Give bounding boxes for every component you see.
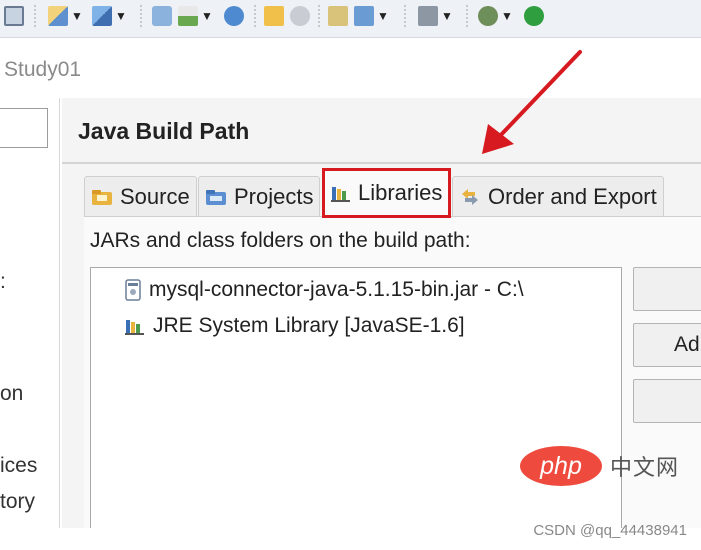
library-icon: [125, 317, 145, 335]
left-panel: : on ices tory: [0, 98, 60, 528]
search-icon[interactable]: [290, 4, 310, 28]
server-icon[interactable]: ▼: [418, 4, 453, 28]
add-variable-button[interactable]: [633, 379, 701, 423]
tab-label: Order and Export: [488, 183, 657, 209]
window-title: Study01: [4, 58, 82, 81]
build-icon[interactable]: [152, 4, 172, 28]
page-title: Java Build Path: [78, 118, 250, 144]
calendar-icon[interactable]: [4, 4, 24, 28]
list-item[interactable]: JRE System Library [JavaSE-1.6]: [125, 314, 465, 338]
list-item-label: mysql-connector-java-5.1.15-bin.jar - C:…: [149, 278, 524, 301]
tab-label: Libraries: [358, 180, 443, 205]
add-external-jars-button[interactable]: Ad: [633, 323, 701, 367]
jar-file-icon: [125, 279, 141, 301]
list-item[interactable]: mysql-connector-java-5.1.15-bin.jar - C:…: [125, 278, 524, 302]
tab-order-and-export[interactable]: Order and Export: [452, 176, 664, 216]
new-wizard-icon[interactable]: ▼: [48, 4, 83, 28]
divider: [62, 162, 701, 164]
tab-label: Source: [120, 183, 190, 209]
tab-source[interactable]: Source: [84, 176, 197, 216]
filter-input[interactable]: [0, 108, 48, 148]
php-watermark: php 中文网: [520, 446, 679, 486]
classpath-list[interactable]: mysql-connector-java-5.1.15-bin.jar - C:…: [90, 267, 622, 537]
left-item[interactable]: :: [0, 270, 6, 294]
tab-libraries[interactable]: Libraries: [322, 168, 452, 218]
run-icon[interactable]: [524, 4, 544, 28]
tab-label: Projects: [234, 183, 314, 209]
libraries-icon: [331, 184, 351, 202]
task-icon[interactable]: [328, 4, 348, 28]
jars-label: JARs and class folders on the build path…: [90, 229, 471, 252]
run-wizard-icon[interactable]: ▼: [92, 4, 127, 28]
php-cn-text: 中文网: [610, 455, 680, 480]
php-logo: php: [520, 446, 602, 486]
csdn-credit: CSDN @qq_44438941: [533, 522, 687, 539]
annotation-arrow-icon: [482, 50, 582, 154]
source-folder-icon: [91, 188, 113, 206]
run-external-icon[interactable]: ▼: [178, 4, 213, 28]
globe-icon[interactable]: [224, 4, 244, 28]
debug-icon[interactable]: ▼: [478, 4, 513, 28]
tab-projects[interactable]: Projects: [198, 176, 321, 216]
left-item[interactable]: tory: [0, 490, 35, 514]
open-folder-icon[interactable]: [264, 4, 284, 28]
main-toolbar: ▼ ▼ ▼ ▼ ▼ ▼: [0, 0, 701, 38]
open-type-icon[interactable]: ▼: [354, 4, 389, 28]
list-item-label: JRE System Library [JavaSE-1.6]: [153, 314, 465, 337]
left-item[interactable]: ices: [0, 454, 37, 478]
left-item[interactable]: on: [0, 382, 23, 406]
projects-icon: [205, 188, 227, 206]
add-jars-button[interactable]: [633, 267, 701, 311]
order-export-icon: [459, 188, 481, 206]
